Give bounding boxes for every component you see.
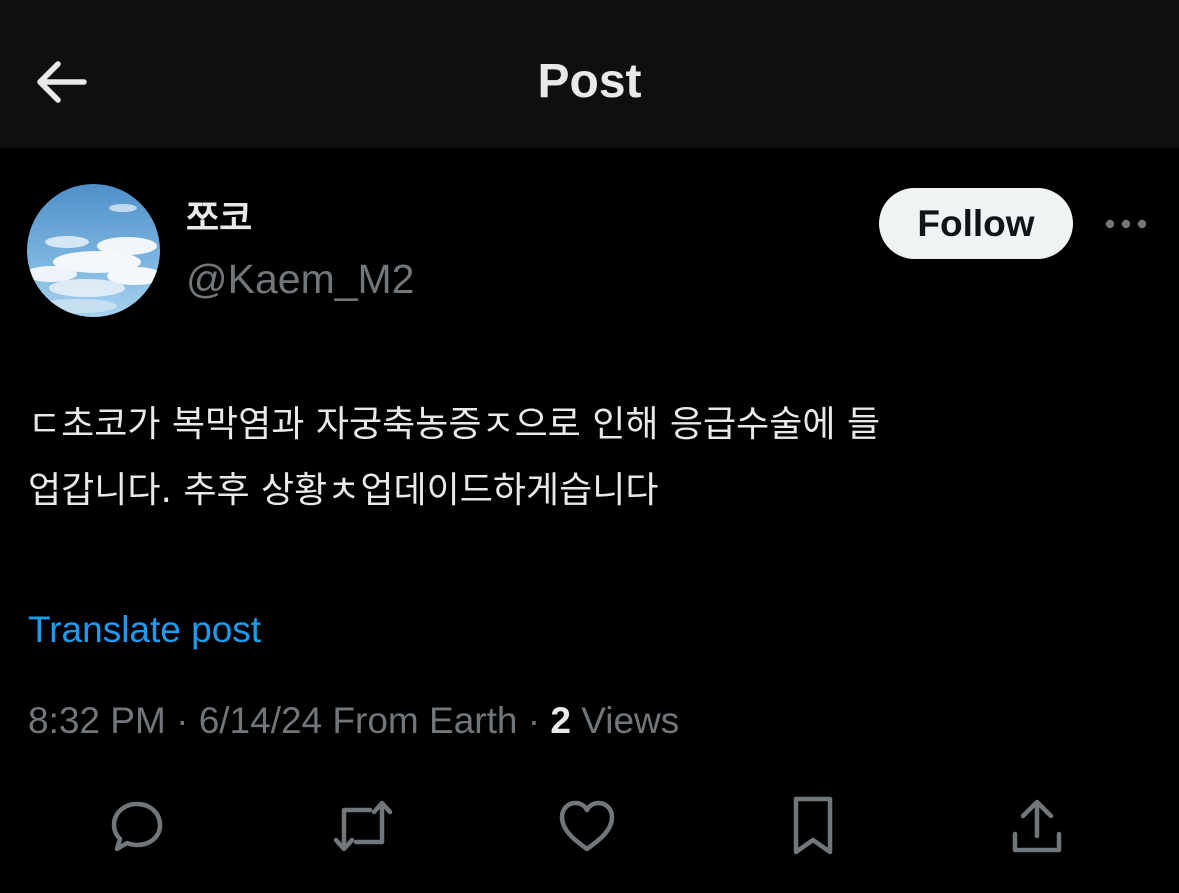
post-text: ㄷ초코가 복막염과 자궁축농증ㅈ으로 인해 응급수술에 들 업갑니다. 추후 상… (28, 404, 881, 511)
reply-icon (107, 796, 167, 856)
author-display-name[interactable]: 쪼코 (186, 196, 252, 242)
translate-post-link[interactable]: Translate post (28, 606, 261, 654)
author-handle[interactable]: @Kaem_M2 (186, 254, 414, 304)
share-button[interactable] (1001, 790, 1073, 862)
views-count[interactable]: 2 (550, 700, 571, 741)
reply-button[interactable] (101, 790, 173, 862)
post-date: 6/14/24 (198, 700, 323, 741)
ellipsis-icon (1104, 218, 1148, 230)
post-source: From Earth (322, 700, 518, 741)
meta-separator: · (517, 700, 551, 741)
post-metadata: 8:32 PM · 6/14/24 From Earth · 2 Views (28, 696, 679, 746)
repost-icon (330, 796, 396, 856)
more-options-button[interactable] (1098, 204, 1154, 244)
page-title: Post (537, 55, 642, 108)
like-icon (556, 798, 618, 854)
top-bar: Post (0, 0, 1179, 148)
back-button[interactable] (28, 50, 92, 114)
bookmark-button[interactable] (777, 790, 849, 862)
share-icon (1009, 796, 1065, 856)
avatar[interactable] (27, 184, 160, 317)
sky-clouds-avatar (27, 184, 160, 317)
follow-button[interactable]: Follow (879, 188, 1073, 259)
bookmark-icon (788, 795, 838, 857)
like-button[interactable] (551, 790, 623, 862)
repost-button[interactable] (327, 790, 399, 862)
post-time: 8:32 PM (28, 700, 166, 741)
views-label: Views (570, 700, 680, 741)
arrow-left-icon (32, 60, 88, 104)
meta-separator: · (165, 700, 199, 741)
